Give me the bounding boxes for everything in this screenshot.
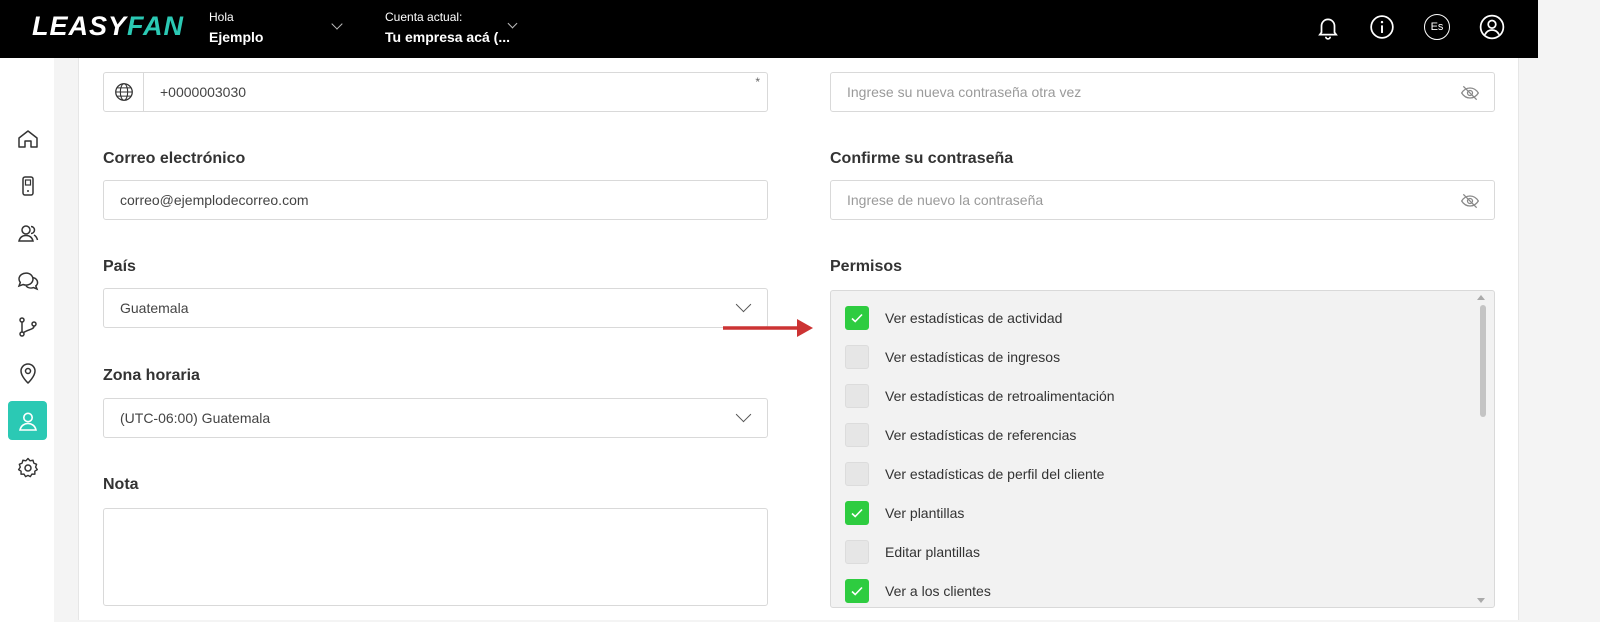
- greeting-username: Ejemplo: [209, 29, 264, 45]
- info-icon[interactable]: [1369, 14, 1395, 40]
- scrollbar-thumb[interactable]: [1480, 305, 1486, 417]
- language-code: Es: [1430, 21, 1444, 33]
- sidebar-item-users[interactable]: [8, 401, 47, 440]
- permission-item[interactable]: Ver estadísticas de retroalimentación: [845, 384, 1115, 408]
- bell-icon[interactable]: [1315, 14, 1341, 40]
- logo-leasy: LEASY: [32, 11, 128, 41]
- user-profile-icon[interactable]: [1479, 14, 1505, 40]
- app-logo[interactable]: LEASYFAN: [32, 11, 184, 42]
- email-value: correo@ejemplodecorreo.com: [120, 192, 309, 208]
- check-icon: [851, 508, 863, 518]
- sidebar: [0, 58, 54, 622]
- permission-label: Ver plantillas: [885, 505, 965, 521]
- confirm-password-label: Confirme su contraseña: [830, 150, 1014, 167]
- sidebar-item-locations[interactable]: [8, 354, 47, 393]
- permission-label: Editar plantillas: [885, 544, 980, 560]
- chevron-down-icon: [735, 296, 752, 313]
- language-icon[interactable]: Es: [1424, 14, 1450, 40]
- permission-label: Ver estadísticas de referencias: [885, 427, 1077, 443]
- permission-item[interactable]: Ver plantillas: [845, 501, 964, 525]
- permission-label: Ver estadísticas de ingresos: [885, 349, 1061, 365]
- logo-fan: FAN: [127, 11, 185, 41]
- email-label: Correo electrónico: [103, 150, 246, 167]
- eye-slash-icon[interactable]: [1460, 192, 1480, 210]
- confirm-password-placeholder: Ingrese de nuevo la contraseña: [847, 192, 1044, 208]
- permission-item[interactable]: Ver estadísticas de actividad: [845, 306, 1062, 330]
- country-select[interactable]: Guatemala: [103, 288, 768, 328]
- new-password-repeat-field[interactable]: Ingrese su nueva contraseña otra vez: [830, 72, 1495, 112]
- permission-label: Ver estadísticas de retroalimentación: [885, 388, 1115, 404]
- contacts-icon: [17, 224, 38, 242]
- new-password-placeholder: Ingrese su nueva contraseña otra vez: [847, 84, 1082, 100]
- note-textarea[interactable]: [103, 508, 768, 606]
- timezone-value: (UTC-06:00) Guatemala: [120, 410, 271, 426]
- greeting-label: Hola: [209, 10, 234, 24]
- settings-icon: [17, 457, 38, 477]
- permission-checkbox[interactable]: [845, 579, 869, 603]
- account-name: Tu empresa acá (...: [385, 29, 511, 45]
- check-icon: [851, 586, 863, 596]
- chevron-down-icon: [735, 406, 752, 423]
- permissions-label: Permisos: [830, 258, 903, 275]
- permission-label: Ver estadísticas de actividad: [885, 310, 1063, 326]
- sidebar-item-contacts[interactable]: [8, 213, 47, 252]
- permission-checkbox[interactable]: [845, 306, 869, 330]
- scroll-up-arrow-icon[interactable]: [1477, 295, 1485, 300]
- country-label: País: [103, 258, 136, 275]
- timezone-select[interactable]: (UTC-06:00) Guatemala: [103, 398, 768, 438]
- check-icon: [851, 313, 863, 323]
- user-menu-chevron-down-icon[interactable]: [331, 18, 343, 30]
- globe-phone-icon: [114, 83, 133, 101]
- permission-item[interactable]: Editar plantillas: [845, 540, 980, 564]
- permission-checkbox[interactable]: [845, 462, 869, 486]
- account-label: Cuenta actual:: [385, 10, 463, 24]
- permission-checkbox[interactable]: [845, 423, 869, 447]
- right-gutter: [1538, 0, 1600, 622]
- user-form-card: +0000003030 * Correo electrónico correo@…: [78, 58, 1519, 620]
- permission-item[interactable]: Ver a los clientes: [845, 579, 991, 603]
- user-greeting[interactable]: Hola Ejemplo: [209, 10, 263, 45]
- device-icon: [21, 175, 34, 196]
- permission-item[interactable]: Ver estadísticas de perfil del cliente: [845, 462, 1104, 486]
- current-account[interactable]: Cuenta actual: Tu empresa acá (...: [385, 10, 510, 45]
- permission-checkbox[interactable]: [845, 540, 869, 564]
- user-icon: [18, 412, 37, 431]
- annotation-arrow-icon: [723, 319, 813, 337]
- sidebar-item-devices[interactable]: [8, 166, 47, 205]
- permission-checkbox[interactable]: [845, 501, 869, 525]
- scroll-down-arrow-icon[interactable]: [1477, 598, 1485, 603]
- home-icon: [17, 129, 38, 148]
- sidebar-item-settings[interactable]: [8, 448, 47, 487]
- top-bar: LEASYFAN Hola Ejemplo Cuenta actual: Tu …: [0, 0, 1538, 58]
- phone-field[interactable]: +0000003030 *: [103, 72, 768, 112]
- country-value: Guatemala: [120, 300, 189, 316]
- permission-label: Ver a los clientes: [885, 583, 991, 599]
- permission-checkbox[interactable]: [845, 384, 869, 408]
- required-mark: *: [755, 75, 760, 89]
- permission-label: Ver estadísticas de perfil del cliente: [885, 466, 1105, 482]
- sidebar-item-home[interactable]: [8, 119, 47, 158]
- permission-item[interactable]: Ver estadísticas de ingresos: [845, 345, 1060, 369]
- note-label: Nota: [103, 476, 139, 493]
- chat-icon: [17, 271, 38, 290]
- permission-checkbox[interactable]: [845, 345, 869, 369]
- phone-country-prefix[interactable]: [104, 73, 144, 111]
- sidebar-item-chat[interactable]: [8, 260, 47, 299]
- location-pin-icon: [19, 362, 36, 384]
- flow-icon: [18, 316, 37, 337]
- email-field[interactable]: correo@ejemplodecorreo.com: [103, 180, 768, 220]
- phone-value: +0000003030: [160, 84, 247, 100]
- confirm-password-field[interactable]: Ingrese de nuevo la contraseña: [830, 180, 1495, 220]
- permissions-list[interactable]: Ver estadísticas de actividad Ver estadí…: [830, 290, 1495, 608]
- eye-slash-icon[interactable]: [1460, 84, 1480, 102]
- sidebar-item-flows[interactable]: [8, 307, 47, 346]
- timezone-label: Zona horaria: [103, 367, 200, 384]
- permission-item[interactable]: Ver estadísticas de referencias: [845, 423, 1076, 447]
